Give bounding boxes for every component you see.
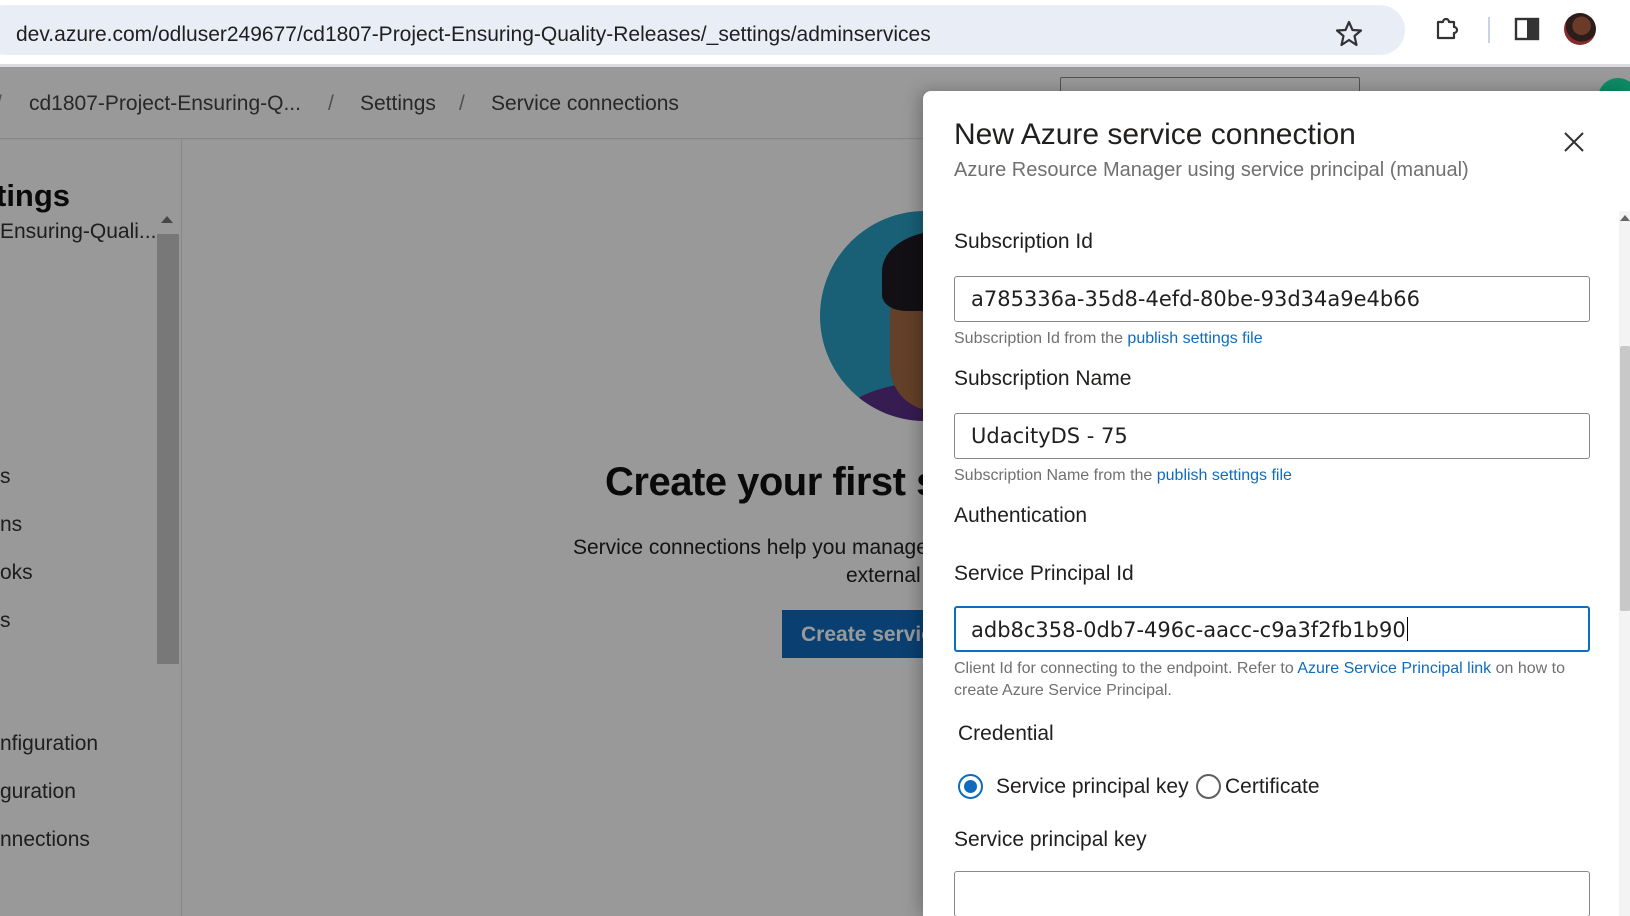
address-bar[interactable]: dev.azure.com/odluser249677/cd1807-Proje… [0,5,1405,55]
publish-settings-link[interactable]: publish settings file [1157,467,1292,484]
new-service-connection-panel: New Azure service connection Azure Resou… [923,91,1630,916]
side-panel-icon[interactable] [1512,14,1542,44]
panel-subtitle: Azure Resource Manager using service pri… [954,159,1469,181]
help-text: Client Id for connecting to the endpoint… [954,660,1298,677]
address-url[interactable]: dev.azure.com/odluser249677/cd1807-Proje… [16,23,931,47]
radio-label-certificate[interactable]: Certificate [1225,775,1320,799]
radio-service-principal-key[interactable] [958,774,983,799]
text-caret [1406,617,1408,641]
panel-title: New Azure service connection [954,118,1356,151]
bookmark-star-icon[interactable] [1334,19,1364,49]
service-principal-id-label: Service Principal Id [954,562,1134,585]
credential-label: Credential [958,722,1054,745]
subscription-name-help: Subscription Name from the publish setti… [954,465,1594,487]
service-principal-id-help: Client Id for connecting to the endpoint… [954,658,1594,702]
authentication-heading: Authentication [954,504,1088,527]
publish-settings-link[interactable]: publish settings file [1127,330,1262,347]
toolbar-divider [1488,17,1490,43]
browser-toolbar: dev.azure.com/odluser249677/cd1807-Proje… [0,0,1630,67]
panel-scrollbar-thumb[interactable] [1620,346,1630,611]
radio-label-service-principal-key[interactable]: Service principal key [996,775,1189,799]
azure-service-principal-link[interactable]: Azure Service Principal link [1297,660,1491,677]
subscription-id-help: Subscription Id from the publish setting… [954,328,1594,350]
subscription-name-label: Subscription Name [954,367,1132,390]
subscription-name-field[interactable]: UdacityDS - 75 [954,413,1590,459]
extensions-icon[interactable] [1432,13,1462,43]
service-principal-key-field[interactable] [954,871,1590,916]
service-principal-id-value: adb8c358-0db7-496c-aacc-c9a3f2fb1b90 [971,618,1406,642]
subscription-id-label: Subscription Id [954,230,1093,253]
radio-certificate[interactable] [1196,774,1221,799]
service-principal-key-label: Service principal key [954,828,1147,851]
subscription-id-field[interactable]: a785336a-35d8-4efd-80be-93d34a9e4b66 [954,276,1590,322]
help-text: Subscription Name from the [954,467,1157,484]
service-principal-id-field[interactable]: adb8c358-0db7-496c-aacc-c9a3f2fb1b90 [954,606,1590,652]
scroll-up-icon[interactable] [1620,215,1630,221]
profile-avatar[interactable] [1564,13,1596,45]
help-text: Subscription Id from the [954,330,1128,347]
close-icon[interactable] [1561,129,1587,155]
